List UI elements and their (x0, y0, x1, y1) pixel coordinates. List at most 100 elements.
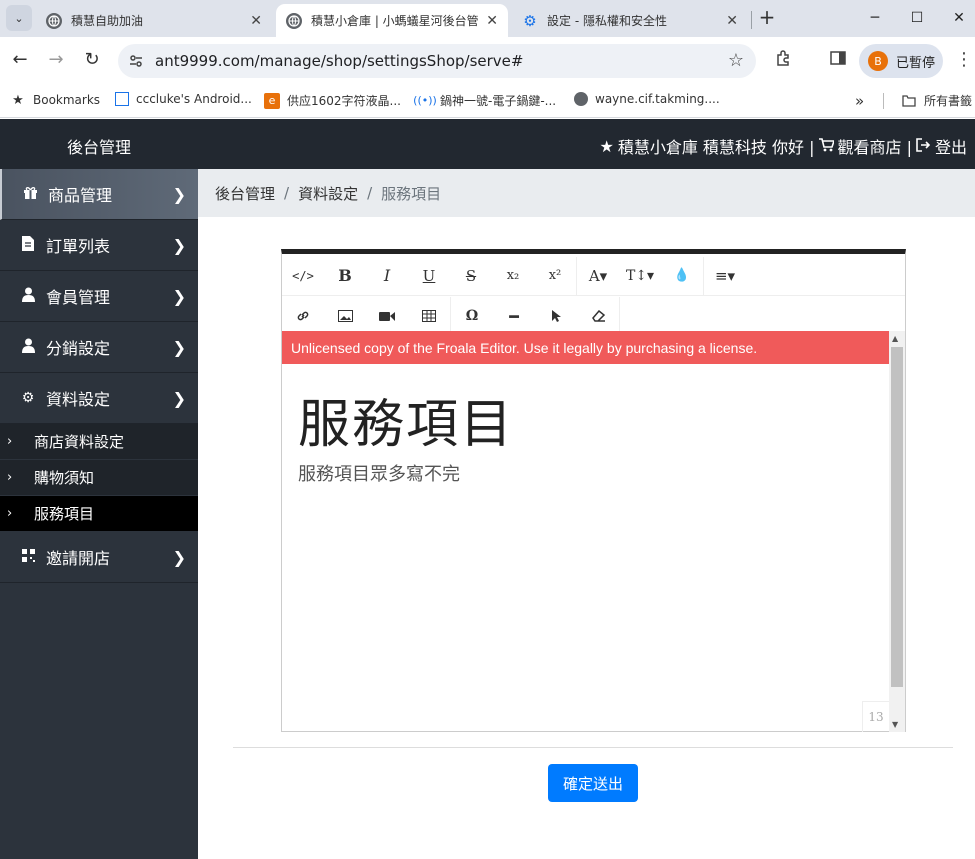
reload-button[interactable]: ↻ (80, 49, 104, 73)
close-icon[interactable]: ✕ (250, 13, 262, 29)
font-size-icon[interactable]: T↕▾ (619, 259, 661, 293)
submit-button[interactable]: 確定送出 (548, 764, 638, 802)
all-bookmarks-button[interactable]: 所有書籤 (901, 92, 972, 109)
breadcrumb-item[interactable]: 資料設定 (298, 183, 358, 204)
superscript-icon[interactable]: x² (534, 259, 576, 293)
bookmark-star-icon[interactable]: ☆ (728, 50, 744, 71)
editor-scrollbar[interactable]: ▲ ▼ (889, 331, 905, 732)
site-settings-icon[interactable] (128, 53, 144, 69)
table-icon[interactable] (408, 299, 450, 333)
tab-search-button[interactable]: ⌄ (6, 5, 32, 31)
italic-icon[interactable]: I (366, 259, 408, 293)
sidebar-subitem-services[interactable]: › 服務項目 (0, 496, 198, 532)
user-icon (20, 287, 36, 306)
bookmark-item[interactable]: ((•)) 鍋神一號-電子鍋鍵-... (413, 92, 556, 109)
reload-icon: ↻ (84, 49, 100, 70)
sidebar: 商品管理 ❯ 訂單列表 ❯ 會員管理 ❯ 分銷設定 ❯ ⚙ 資料設定 ❯ › 商… (0, 169, 198, 859)
video-icon[interactable] (366, 299, 408, 333)
code-view-icon[interactable]: </> (282, 259, 324, 293)
link-icon[interactable] (282, 299, 324, 333)
special-characters-icon[interactable]: Ω (451, 299, 493, 333)
subscript-icon[interactable]: x₂ (492, 259, 534, 293)
profile-status: 已暫停 (896, 55, 936, 71)
editor-toolbar-row-2: Ω ━ (282, 296, 905, 336)
avatar: B (868, 51, 888, 71)
maximize-button[interactable]: ☐ (894, 4, 940, 32)
horizontal-line-icon[interactable]: ━ (493, 299, 535, 333)
font-family-icon[interactable]: A▾ (577, 259, 619, 293)
sidebar-item-distribution[interactable]: 分銷設定 ❯ (0, 322, 198, 373)
close-icon[interactable]: ✕ (486, 13, 498, 29)
divider (233, 747, 953, 748)
browser-tab-2[interactable]: 積慧小倉庫 | 小螞蟻星河後台管 ✕ (276, 4, 508, 37)
view-shop-link[interactable]: 觀看商店 | (838, 134, 912, 158)
bookmark-label: Bookmarks (33, 93, 101, 107)
sidebar-subitem-label: 購物須知 (34, 469, 95, 487)
image-icon[interactable] (324, 299, 366, 333)
scrollbar-thumb[interactable] (891, 347, 903, 687)
forward-button[interactable]: → (44, 49, 68, 73)
bookmark-item[interactable]: wayne.cif.takming.... (574, 92, 720, 106)
scroll-up-icon[interactable]: ▲ (892, 334, 898, 343)
sidebar-item-label: 會員管理 (46, 288, 111, 307)
globe-icon (574, 92, 588, 106)
bold-icon[interactable]: B (324, 259, 366, 293)
bookmark-item[interactable]: ★ Bookmarks (10, 92, 100, 108)
admin-title[interactable]: 後台管理 (67, 134, 131, 158)
tab-title: 積慧自助加油 (71, 14, 144, 28)
cart-icon (818, 137, 835, 156)
sidebar-subitem-shop-info[interactable]: › 商店資料設定 (0, 424, 198, 460)
bookmarks-overflow-button[interactable]: » (855, 92, 864, 110)
sidebar-item-orders[interactable]: 訂單列表 ❯ (0, 220, 198, 271)
chevron-right-icon: ❯ (172, 286, 186, 306)
sidebar-item-data-settings[interactable]: ⚙ 資料設定 ❯ (0, 373, 198, 424)
new-tab-button[interactable]: + (756, 6, 778, 30)
eraser-icon[interactable] (577, 299, 619, 333)
more-menu-icon[interactable]: ⋮ (955, 49, 973, 70)
arrow-left-icon: ← (12, 49, 28, 70)
profile-button[interactable]: B 已暫停 (859, 44, 943, 78)
bookmark-label: 供应1602字符液晶... (287, 94, 401, 108)
close-icon[interactable]: ✕ (726, 13, 738, 29)
wifi-icon: ((•)) (413, 94, 437, 107)
chevron-right-icon: › (7, 470, 13, 485)
underline-icon[interactable]: U (408, 259, 450, 293)
bookmark-label: wayne.cif.takming.... (595, 92, 720, 106)
back-button[interactable]: ← (8, 49, 32, 73)
scroll-down-icon[interactable]: ▼ (892, 720, 898, 729)
user-icon (20, 338, 36, 357)
sidebar-subitem-label: 商店資料設定 (34, 433, 125, 451)
bookmark-item[interactable]: cccluke's Android... (115, 92, 252, 106)
select-all-icon[interactable] (535, 299, 577, 333)
extensions-icon[interactable] (772, 49, 796, 73)
bookmarks-divider (883, 93, 884, 109)
browser-tab-3[interactable]: ⚙ 設定 - 隱私權和安全性 ✕ (512, 4, 748, 37)
sidebar-item-products[interactable]: 商品管理 ❯ (0, 169, 198, 220)
breadcrumb-item[interactable]: 後台管理 (215, 183, 275, 204)
window-close-button[interactable]: ✕ (936, 4, 975, 32)
sidebar-subitem-shopping-notice[interactable]: › 購物須知 (0, 460, 198, 496)
tab-divider (751, 11, 752, 29)
align-icon[interactable]: ≡▾ (704, 259, 746, 293)
address-bar[interactable]: ant9999.com/manage/shop/settingsShop/ser… (118, 44, 756, 78)
url-text[interactable]: ant9999.com/manage/shop/settingsShop/ser… (155, 52, 523, 70)
browser-tabstrip: ⌄ 積慧自助加油 ✕ 積慧小倉庫 | 小螞蟻星河後台管 ✕ ⚙ 設定 - 隱私權… (0, 0, 975, 37)
side-panel-icon[interactable] (826, 49, 850, 73)
star-icon: ★ (12, 92, 24, 108)
sidebar-item-members[interactable]: 會員管理 ❯ (0, 271, 198, 322)
editor-paragraph[interactable]: 服務項目眾多寫不完 (298, 460, 460, 486)
logout-link[interactable]: 登出 (935, 134, 967, 158)
strikethrough-icon[interactable]: S (450, 259, 492, 293)
bookmark-label: cccluke's Android... (136, 92, 252, 106)
minimize-button[interactable]: ─ (852, 4, 898, 32)
sidebar-item-invite-shop[interactable]: 邀請開店 ❯ (0, 532, 198, 583)
breadcrumb-separator: / (367, 184, 373, 202)
header-user-nav: ★ 積慧小倉庫 積慧科技 你好 | 觀看商店 | 登出 (600, 134, 968, 158)
bookmark-item[interactable]: e 供应1602字符液晶... (264, 92, 401, 109)
editor-heading[interactable]: 服務項目 (298, 382, 514, 457)
shop-greeting: 積慧小倉庫 積慧科技 你好 | (617, 138, 815, 157)
license-warning[interactable]: Unlicensed copy of the Froala Editor. Us… (282, 331, 889, 364)
browser-tab-1[interactable]: 積慧自助加油 ✕ (36, 4, 272, 37)
text-color-icon[interactable]: 💧 (661, 259, 703, 293)
editor-content-area[interactable]: 服務項目 服務項目眾多寫不完 (282, 364, 889, 732)
